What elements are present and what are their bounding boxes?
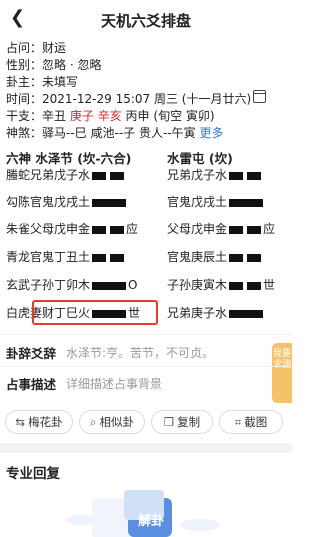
divider: [0, 334, 292, 335]
describe-label: 占事描述: [6, 377, 57, 392]
describe-input[interactable]: 详细描述占事背景: [66, 375, 162, 392]
search-icon: ⌕: [90, 415, 97, 429]
screenshot-button[interactable]: ⌗ 截图: [219, 410, 283, 434]
reply-badge: 解卦: [138, 514, 165, 529]
yao-bar: [229, 309, 264, 318]
gender-value: 忽略 · 忽略: [42, 58, 102, 72]
reply-illustration: 解卦: [0, 480, 292, 537]
yao-bar: [247, 225, 262, 234]
copy-button[interactable]: ❐ 复制: [151, 410, 213, 434]
crop-icon: ⌗: [234, 415, 242, 429]
yao-bar: [110, 171, 125, 180]
changed-yao-line: 父母戊申金应: [167, 222, 276, 236]
yao-mark: O: [128, 278, 138, 292]
main-hexagram-title: 六神 水泽节 (坎-六合): [6, 151, 132, 166]
yao-bar: [247, 253, 262, 262]
swap-icon: ⇆: [15, 415, 26, 429]
time-value: 2021-12-29 15:07 周三 (十一月廿六): [42, 92, 252, 106]
changed-yao-line: 兄弟庚子水: [167, 306, 265, 320]
info-panel: 占问：财运 性别：忽略 · 忽略 卦主：未填写 时间：2021-12-29 15…: [6, 40, 251, 142]
changed-yao-line: 兄弟戊子水: [167, 168, 263, 182]
main-yao-line: 螣蛇兄弟戊子水: [6, 168, 126, 182]
main-yao-line: 朱雀父母戊申金应: [6, 222, 139, 236]
gender-row: 性别：忽略 · 忽略: [6, 58, 102, 72]
ganzhi-row: 干支：辛丑 庚子 辛亥 丙申 (旬空 寅卯): [6, 109, 215, 123]
yao-bar: [229, 281, 244, 290]
main-yao-line: 玄武子孙丁卯木 O: [6, 278, 138, 292]
interpret-text[interactable]: 水泽节:亨。苦节，不可贞。: [66, 344, 214, 361]
section-gap: [0, 443, 292, 453]
shensha-row: 神煞：驿马--巳 咸池--子 贵人--午寅 更多: [6, 126, 224, 140]
owner-value: 未填写: [42, 75, 79, 89]
copy-icon: ❐: [163, 415, 175, 429]
divider: [0, 366, 292, 367]
reply-title: 专业回复: [6, 466, 60, 482]
changed-hexagram-title: 水雷屯 (坎): [167, 151, 233, 166]
changed-yao-line: 官鬼庚辰土: [167, 250, 263, 264]
yao-bar: [247, 171, 262, 180]
yao-bar: [92, 171, 107, 180]
yao-bar: [110, 225, 125, 234]
yao-bar: [229, 225, 244, 234]
more-link[interactable]: 更多: [199, 126, 223, 140]
side-tag[interactable]: 我要求测: [272, 343, 292, 403]
question-value: 财运: [42, 41, 67, 55]
yao-bar: [92, 198, 127, 207]
yao-bar: [92, 253, 107, 262]
yao-bar: [229, 253, 244, 262]
question-row: 占问：财运: [6, 41, 67, 55]
yao-bar: [110, 253, 125, 262]
similar-button[interactable]: ⌕ 相似卦: [79, 410, 145, 434]
time-row: 时间：2021-12-29 15:07 周三 (十一月廿六): [6, 92, 252, 106]
yao-bar: [229, 198, 264, 207]
meihua-button[interactable]: ⇆ 梅花卦: [5, 410, 73, 434]
owner-row: 卦主：未填写: [6, 75, 79, 89]
yao-bar: [247, 281, 262, 290]
main-yao-line: 青龙官鬼丁丑土: [6, 250, 126, 264]
highlight-box: [32, 300, 158, 325]
changed-yao-line: 官鬼戊戌土: [167, 195, 265, 209]
yao-mark: 世: [263, 278, 276, 292]
main-yao-line: 勾陈官鬼戊戌土: [6, 195, 128, 209]
yao-bar: [229, 171, 244, 180]
yao-mark: 应: [263, 222, 276, 236]
yao-bar: [92, 225, 107, 234]
yao-mark: 应: [126, 222, 139, 236]
interpret-label: 卦辞爻辞: [6, 346, 57, 361]
yao-bar: [92, 281, 127, 290]
header: ❮ 天机六爻排盘: [0, 0, 292, 38]
changed-yao-line: 子孙庚寅木世: [167, 278, 276, 292]
page-title: 天机六爻排盘: [100, 12, 191, 30]
calendar-icon[interactable]: [253, 90, 266, 103]
